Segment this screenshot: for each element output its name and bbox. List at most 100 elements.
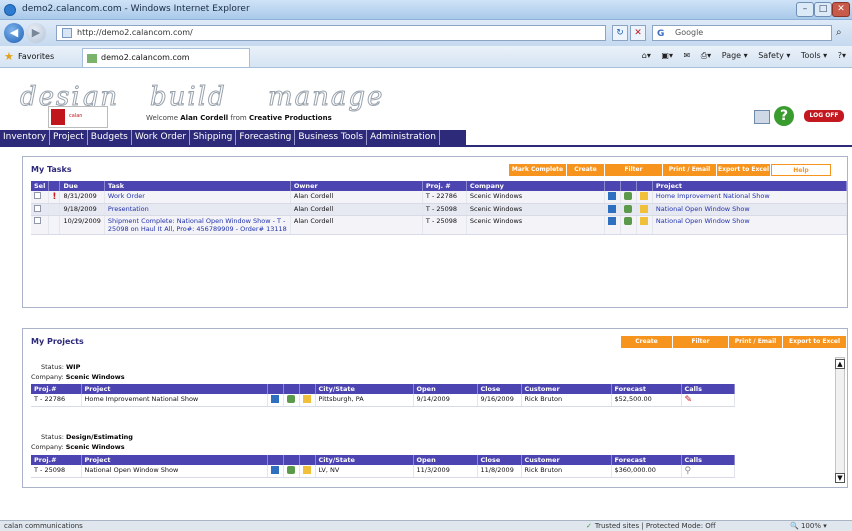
safety-menu[interactable]: Safety ▾ bbox=[758, 51, 790, 60]
select-checkbox[interactable] bbox=[34, 192, 41, 199]
task-link[interactable]: Work Order bbox=[108, 192, 145, 200]
col-city[interactable]: City/State bbox=[315, 455, 414, 465]
col-close[interactable]: Close bbox=[477, 384, 522, 394]
col-project[interactable]: Project bbox=[652, 181, 848, 191]
col-due[interactable]: Due bbox=[59, 181, 105, 191]
document-icon[interactable] bbox=[607, 205, 616, 213]
col-owner[interactable]: Owner bbox=[290, 181, 423, 191]
people-icon[interactable] bbox=[286, 395, 295, 403]
export-tasks-button[interactable]: Export to Excel bbox=[717, 164, 771, 176]
url-text: http://demo2.calancom.com/ bbox=[77, 28, 193, 37]
scroll-up-button[interactable]: ▲ bbox=[835, 359, 845, 369]
scroll-down-button[interactable]: ▼ bbox=[835, 473, 845, 483]
col-project[interactable]: Project bbox=[81, 455, 268, 465]
export-projects-button[interactable]: Export to Excel bbox=[783, 336, 847, 348]
help-button[interactable]: Help bbox=[771, 164, 831, 176]
col-open[interactable]: Open bbox=[413, 455, 478, 465]
feeds-icon[interactable]: ▣▾ bbox=[661, 51, 673, 60]
table-row: ! 8/31/2009 Work Order Alan Cordell T - … bbox=[31, 191, 848, 204]
col-sel[interactable]: Sel bbox=[31, 181, 50, 191]
task-link[interactable]: Presentation bbox=[108, 205, 149, 213]
create-project-button[interactable]: Create bbox=[621, 336, 673, 348]
col-company[interactable]: Company bbox=[466, 181, 605, 191]
people-icon[interactable] bbox=[623, 217, 632, 225]
nav-work-order[interactable]: Work Order bbox=[132, 130, 191, 145]
col-close[interactable]: Close bbox=[477, 455, 522, 465]
mail-icon[interactable]: ✉ bbox=[684, 51, 691, 60]
refresh-icon[interactable]: ↻ bbox=[612, 25, 628, 41]
logoff-button[interactable]: LOG OFF bbox=[804, 110, 844, 122]
print-icon[interactable]: ⎙▾ bbox=[701, 51, 711, 60]
folder-icon[interactable] bbox=[639, 205, 648, 213]
nav-inventory[interactable]: Inventory bbox=[0, 130, 50, 145]
search-icon[interactable]: ⌕ bbox=[836, 27, 842, 38]
folder-icon[interactable] bbox=[639, 217, 648, 225]
projects-scrollbar[interactable] bbox=[835, 357, 845, 483]
zoom-control[interactable]: 🔍 100% ▾ bbox=[790, 521, 827, 531]
filter-projects-button[interactable]: Filter bbox=[673, 336, 729, 348]
col-open[interactable]: Open bbox=[413, 384, 478, 394]
favorites-star-icon[interactable]: ★ bbox=[4, 50, 14, 63]
document-icon[interactable] bbox=[607, 217, 616, 225]
table-row: 9/18/2009 Presentation Alan Cordell T - … bbox=[31, 203, 848, 216]
security-zone[interactable]: ✓ Trusted sites | Protected Mode: Off bbox=[586, 521, 716, 531]
contacts-icon[interactable] bbox=[754, 110, 770, 124]
col-city[interactable]: City/State bbox=[315, 384, 414, 394]
nav-budgets[interactable]: Budgets bbox=[88, 130, 132, 145]
col-forecast[interactable]: Forecast bbox=[611, 455, 682, 465]
col-project[interactable]: Project bbox=[81, 384, 268, 394]
minimize-button[interactable]: – bbox=[796, 2, 814, 17]
stop-icon[interactable]: ✕ bbox=[630, 25, 646, 41]
print-email-projects-button[interactable]: Print / Email bbox=[729, 336, 783, 348]
browser-tab[interactable]: demo2.calancom.com bbox=[82, 48, 250, 67]
favorites-button[interactable]: Favorites bbox=[18, 52, 54, 61]
document-icon[interactable] bbox=[270, 466, 279, 474]
people-icon[interactable] bbox=[623, 192, 632, 200]
col-proj[interactable]: Proj.# bbox=[31, 455, 82, 465]
folder-icon[interactable] bbox=[302, 395, 311, 403]
close-button[interactable]: ✕ bbox=[832, 2, 850, 17]
select-checkbox[interactable] bbox=[34, 217, 41, 224]
col-task[interactable]: Task bbox=[104, 181, 291, 191]
project-link[interactable]: National Open Window Show bbox=[656, 205, 750, 213]
help-menu-icon[interactable]: ?▾ bbox=[838, 51, 846, 60]
select-checkbox[interactable] bbox=[34, 205, 41, 212]
document-icon[interactable] bbox=[270, 395, 279, 403]
col-proj[interactable]: Proj.# bbox=[31, 384, 82, 394]
folder-icon[interactable] bbox=[302, 466, 311, 474]
url-field[interactable]: http://demo2.calancom.com/ bbox=[56, 25, 606, 41]
col-forecast[interactable]: Forecast bbox=[611, 384, 682, 394]
home-icon[interactable]: ⌂▾ bbox=[642, 51, 651, 60]
nav-administration[interactable]: Administration bbox=[367, 130, 440, 145]
people-icon[interactable] bbox=[286, 466, 295, 474]
project-link[interactable]: Home Improvement National Show bbox=[656, 192, 770, 200]
proj-cell: T - 22786 bbox=[422, 191, 467, 204]
folder-icon[interactable] bbox=[639, 192, 648, 200]
col-calls[interactable]: Calls bbox=[681, 384, 735, 394]
col-calls[interactable]: Calls bbox=[681, 455, 735, 465]
nav-shipping[interactable]: Shipping bbox=[190, 130, 237, 145]
create-task-button[interactable]: Create bbox=[567, 164, 605, 176]
col-customer[interactable]: Customer bbox=[521, 455, 612, 465]
nav-forecasting[interactable]: Forecasting bbox=[236, 130, 296, 145]
people-icon[interactable] bbox=[623, 205, 632, 213]
mark-complete-button[interactable]: Mark Complete bbox=[509, 164, 567, 176]
filter-tasks-button[interactable]: Filter bbox=[605, 164, 663, 176]
task-link[interactable]: Shipment Complete: National Open Window … bbox=[108, 217, 287, 233]
nav-business-tools[interactable]: Business Tools bbox=[295, 130, 368, 145]
nav-project[interactable]: Project bbox=[50, 130, 88, 145]
maximize-button[interactable]: □ bbox=[814, 2, 832, 17]
forward-button[interactable]: ▶ bbox=[26, 23, 46, 43]
project-link[interactable]: National Open Window Show bbox=[656, 217, 750, 225]
col-proj[interactable]: Proj. # bbox=[422, 181, 467, 191]
col-customer[interactable]: Customer bbox=[521, 384, 612, 394]
phone-red-icon[interactable]: ✎ bbox=[685, 395, 693, 405]
print-email-tasks-button[interactable]: Print / Email bbox=[663, 164, 717, 176]
page-menu[interactable]: Page ▾ bbox=[722, 51, 748, 60]
search-input[interactable]: G Google bbox=[652, 25, 832, 41]
help-icon[interactable]: ? bbox=[774, 106, 794, 126]
magnifier-icon[interactable]: ⚲ bbox=[685, 466, 692, 476]
document-icon[interactable] bbox=[607, 192, 616, 200]
back-button[interactable]: ◀ bbox=[4, 23, 24, 43]
tools-menu[interactable]: Tools ▾ bbox=[801, 51, 827, 60]
